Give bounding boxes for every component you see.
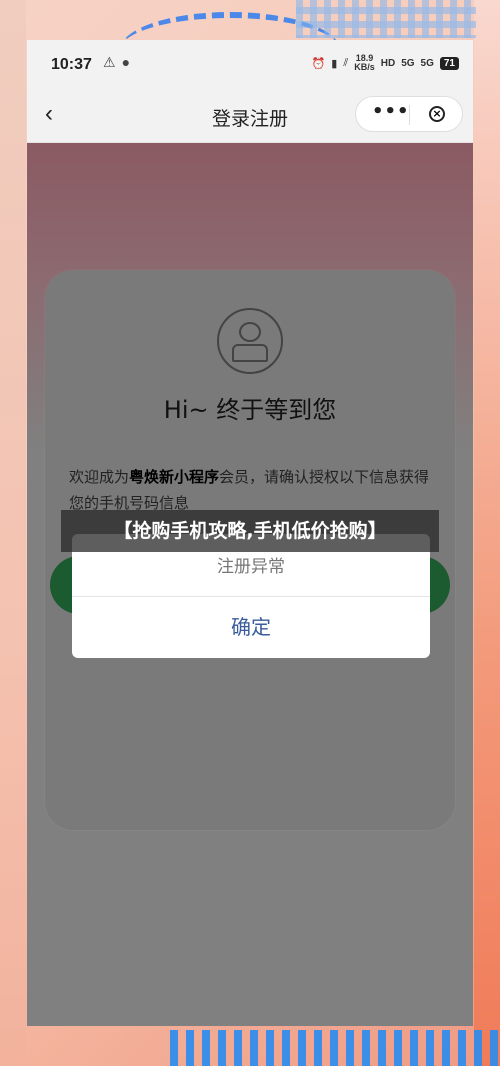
background-right-band [474, 0, 500, 1066]
error-dialog: 注册异常 确定 [72, 534, 430, 658]
dialog-message: 注册异常 [217, 557, 285, 577]
hd-badge: HD [380, 57, 396, 69]
mini-program-capsule: ••• × [355, 96, 463, 132]
welcome-prefix: 欢迎成为 [69, 468, 130, 486]
more-options-button[interactable]: ••• [372, 101, 410, 122]
capsule-divider [409, 105, 410, 125]
notification-icons: ⚠ ● [103, 54, 136, 71]
status-right-icons: ⏰ ▮ ⫽ 18.9 KB/s HD 5G 5G 71 [312, 54, 459, 72]
welcome-text: 欢迎成为粤焕新小程序会员，请确认授权以下信息获得您的手机号码信息 [69, 464, 439, 516]
greeting-heading: Hi~ 终于等到您 [163, 396, 337, 424]
avatar-head [239, 322, 261, 342]
nfc-icon: ⫽ [343, 56, 349, 69]
status-time: 10:37 [51, 56, 92, 73]
alarm-icon: ⚠ [103, 54, 116, 70]
battery-level: 71 [439, 56, 459, 70]
avatar-body [232, 344, 268, 362]
close-icon[interactable]: × [429, 106, 445, 122]
title-banner: 【抢购手机攻略,手机低价抢购】 [61, 510, 439, 552]
alarm-clock-icon: ⏰ [311, 57, 326, 70]
vibrate-icon: ▮ [331, 57, 338, 70]
background-left-band [0, 0, 26, 1066]
user-avatar-icon [217, 308, 283, 374]
app-icon: ● [121, 54, 131, 70]
confirm-button[interactable]: 确定 [72, 598, 430, 656]
navigation-bar: ‹ 登录注册 ••• × [27, 88, 473, 143]
background-pixel-pattern-bottom [170, 1030, 500, 1066]
network-speed: 18.9 KB/s [354, 54, 375, 72]
background-pixel-pattern-top [296, 0, 476, 38]
dialog-divider [72, 596, 430, 597]
brand-name: 粤焕新小程序 [129, 468, 220, 486]
signal-5g-2: 5G [420, 57, 434, 69]
signal-5g-1: 5G [401, 57, 415, 69]
network-speed-unit: KB/s [354, 62, 375, 72]
status-bar: 10:37 ⚠ ● ⏰ ▮ ⫽ 18.9 KB/s HD 5G 5G 71 [27, 40, 473, 88]
